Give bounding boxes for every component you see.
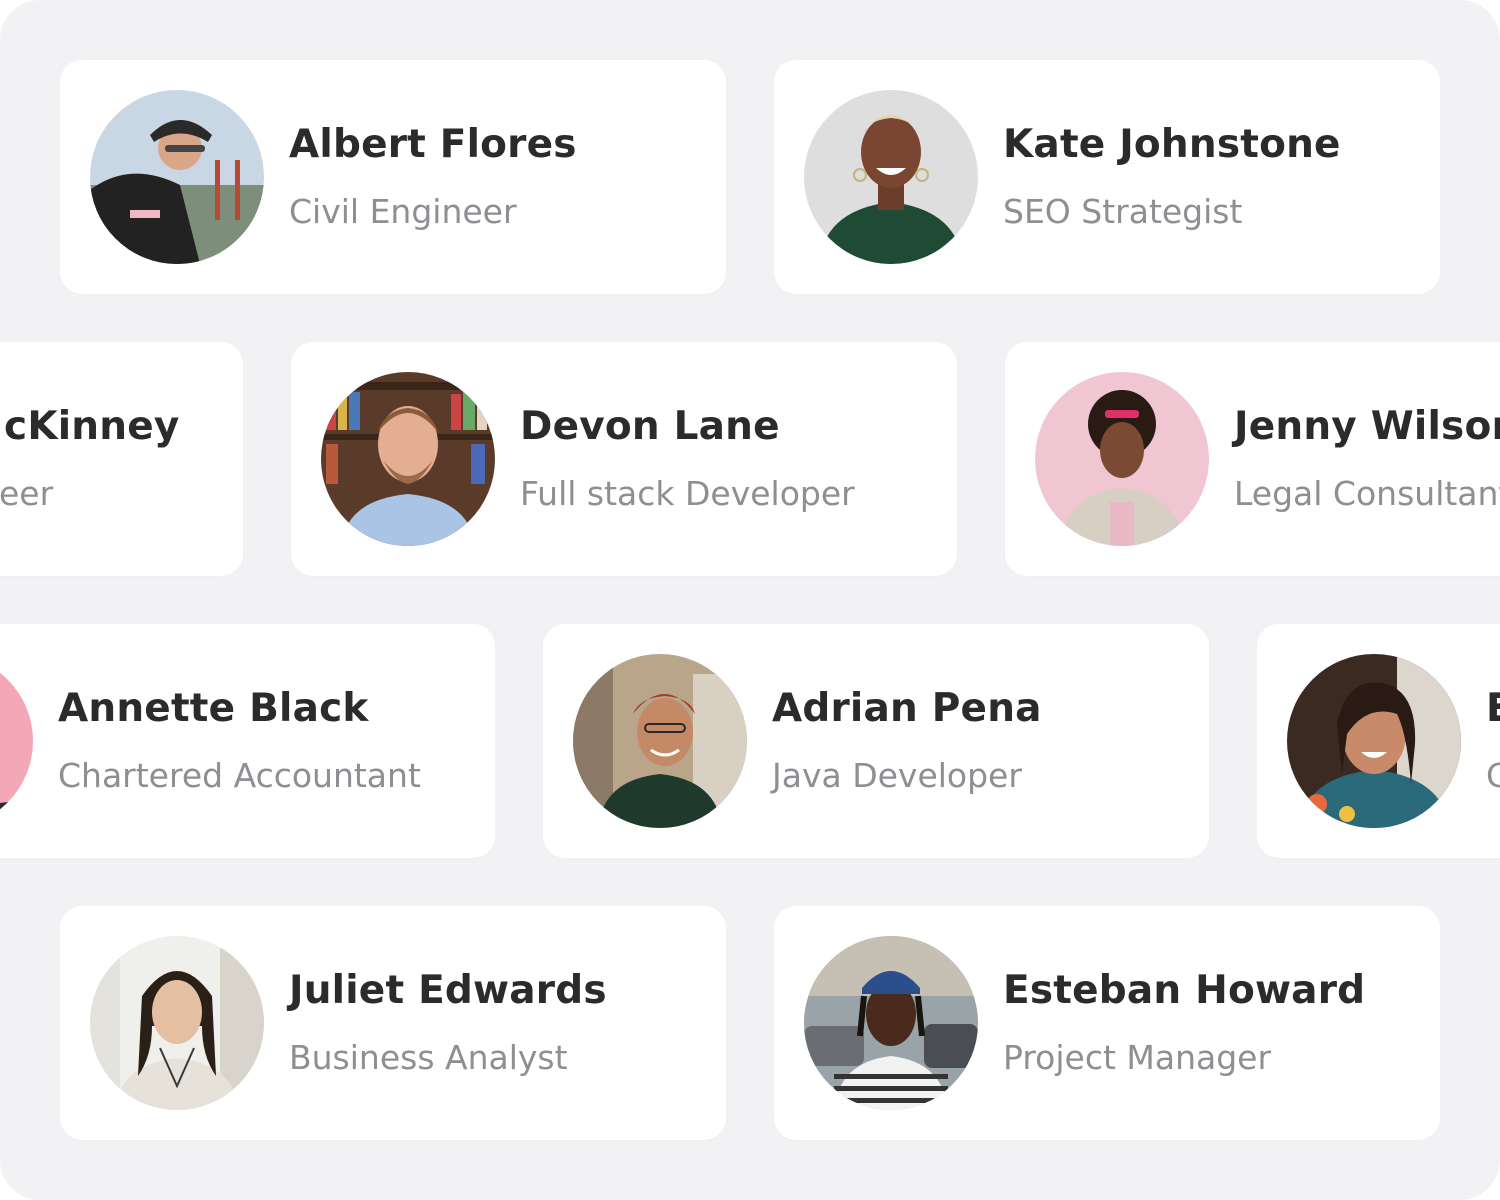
profile-name: cKinney — [4, 404, 180, 449]
avatar — [804, 936, 978, 1110]
profile-role: Civil Engineer — [289, 192, 517, 231]
profile-role: eer — [0, 474, 54, 513]
profile-role: Business Analyst — [289, 1038, 568, 1077]
profile-role: Project Manager — [1003, 1038, 1272, 1077]
profile-role: Java Developer — [772, 756, 1022, 795]
profile-name: Kate Johnstone — [1003, 122, 1341, 167]
avatar — [1035, 372, 1209, 546]
avatar — [804, 90, 978, 264]
profile-name: Esteban Howard — [1003, 968, 1366, 1013]
profile-card-jenny-wilson[interactable]: Jenny Wilson Legal Consultant — [1005, 342, 1500, 576]
profile-name: E — [1486, 686, 1500, 731]
profile-card-partial[interactable]: E C — [1257, 624, 1500, 858]
profile-name: Jenny Wilson — [1234, 404, 1500, 449]
profile-name: Devon Lane — [520, 404, 780, 449]
profile-name: Annette Black — [58, 686, 369, 731]
profile-name: Albert Flores — [289, 122, 577, 167]
avatar — [573, 654, 747, 828]
profile-role: SEO Strategist — [1003, 192, 1243, 231]
profile-card-annette-black[interactable]: Annette Black Chartered Accountant — [0, 624, 495, 858]
profile-role: Full stack Developer — [520, 474, 855, 513]
profile-card-esteban-howard[interactable]: Esteban Howard Project Manager — [774, 906, 1440, 1140]
profile-card-mckinney[interactable]: cKinney eer — [0, 342, 243, 576]
profile-name: Adrian Pena — [772, 686, 1042, 731]
profile-name: Juliet Edwards — [289, 968, 607, 1013]
profile-card-adrian-pena[interactable]: Adrian Pena Java Developer — [543, 624, 1209, 858]
avatar — [90, 936, 264, 1110]
profile-card-albert-flores[interactable]: Albert Flores Civil Engineer — [60, 60, 726, 294]
profile-card-grid: Albert Flores Civil Engineer Kate Johnst… — [0, 0, 1500, 1200]
avatar — [1287, 654, 1461, 828]
profile-role: Legal Consultant — [1234, 474, 1500, 513]
profile-role: Chartered Accountant — [58, 756, 421, 795]
profile-role: C — [1486, 756, 1500, 795]
profile-card-juliet-edwards[interactable]: Juliet Edwards Business Analyst — [60, 906, 726, 1140]
avatar — [321, 372, 495, 546]
profile-card-kate-johnstone[interactable]: Kate Johnstone SEO Strategist — [774, 60, 1440, 294]
profile-card-devon-lane[interactable]: Devon Lane Full stack Developer — [291, 342, 957, 576]
avatar — [0, 654, 33, 828]
avatar — [90, 90, 264, 264]
